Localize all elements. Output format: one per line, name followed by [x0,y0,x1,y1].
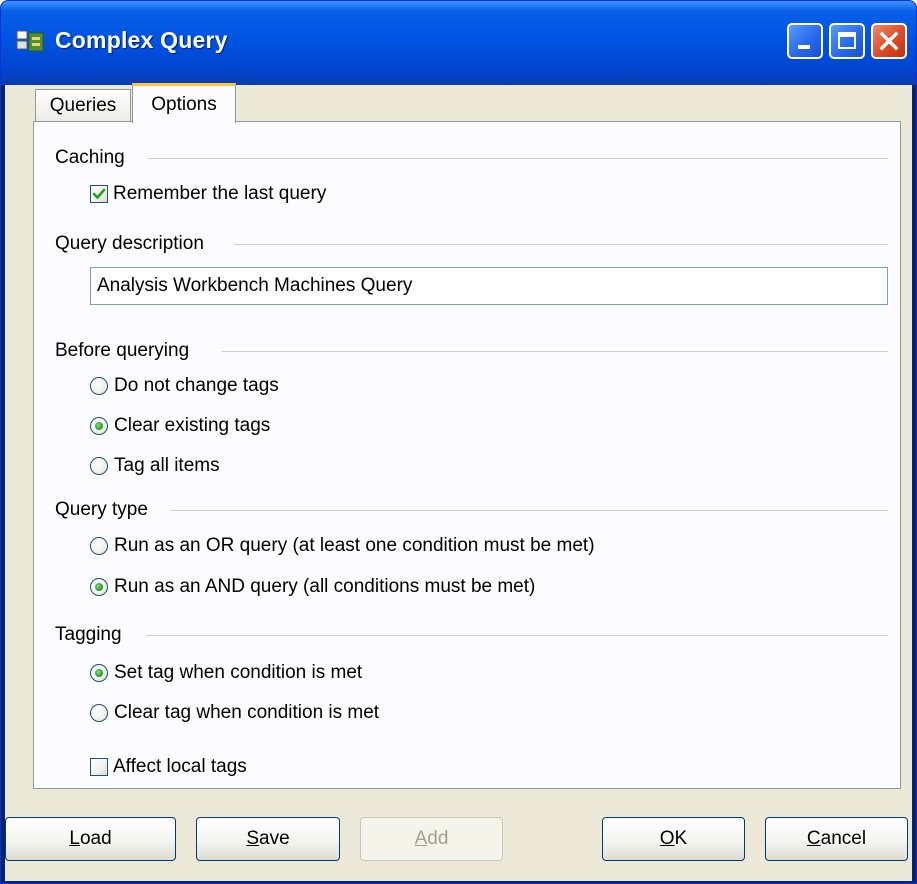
cancel-label: ancel [820,828,867,849]
save-button[interactable]: Save [196,817,340,861]
tagging-divider [146,635,888,636]
radio-label: Tag all items [114,455,220,476]
radio-button[interactable] [90,377,108,395]
remember-last-query-checkbox[interactable]: Remember the last query [90,183,326,205]
tab-options-label: Options [151,93,217,115]
radio-label: Do not change tags [114,375,279,396]
radio-button[interactable] [90,537,108,555]
ok-mnemonic: O [659,828,675,849]
radio-button[interactable] [90,457,108,475]
remember-last-query-label: Remember the last query [113,183,327,204]
checkbox-box[interactable] [90,185,108,203]
radio-button[interactable] [90,578,108,596]
radio-label: Clear tag when condition is met [114,702,380,723]
save-mnemonic: S [246,828,260,849]
caching-group-title: Caching [55,147,125,168]
minimize-icon [798,45,810,49]
load-button[interactable]: Load [5,817,176,861]
radio-label: Set tag when condition is met [114,662,363,683]
query-description-group-title: Query description [55,233,204,254]
tagging-group-title: Tagging [55,624,122,645]
ok-label: K [674,828,688,849]
caching-divider [148,158,888,159]
add-label: dd [427,828,449,849]
close-button[interactable] [871,23,907,59]
radio-label: Run as an OR query (at least one conditi… [114,535,595,556]
cancel-button[interactable]: Cancel [765,817,908,861]
affect-local-tags-checkbox[interactable]: Affect local tags [90,756,247,778]
radio-button[interactable] [90,664,108,682]
query-description-divider [234,244,888,245]
maximize-button[interactable] [829,23,865,59]
radio-label: Run as an AND query (all conditions must… [114,576,536,597]
options-panel: Caching Remember the last query Query de… [33,121,901,789]
affect-local-tags-label: Affect local tags [113,756,247,777]
radio-clear-tag[interactable]: Clear tag when condition is met [90,702,379,724]
radio-label: Clear existing tags [114,415,271,436]
radio-button[interactable] [90,417,108,435]
query-type-group-title: Query type [55,499,148,520]
checkmark-icon [92,188,106,200]
radio-and-query[interactable]: Run as an AND query (all conditions must… [90,576,535,598]
query-description-value: Analysis Workbench Machines Query [97,275,413,296]
radio-set-tag[interactable]: Set tag when condition is met [90,662,362,684]
radio-do-not-change-tags[interactable]: Do not change tags [90,375,279,397]
load-mnemonic: L [69,828,80,849]
load-label: oad [79,828,112,849]
before-querying-group-title: Before querying [55,340,190,361]
save-label: ave [259,828,290,849]
complex-query-dialog: Complex Query Queries Options Caching Re… [0,0,917,884]
tab-options[interactable]: Options [132,83,236,123]
maximize-icon [838,32,856,49]
radio-or-query[interactable]: Run as an OR query (at least one conditi… [90,535,595,557]
query-description-input[interactable]: Analysis Workbench Machines Query [90,267,888,305]
add-mnemonic: A [414,828,428,849]
dialog-client-area: Queries Options Caching Remember the las… [5,83,912,881]
ok-button[interactable]: OK [602,817,745,861]
before-querying-divider [222,351,888,352]
radio-tag-all-items[interactable]: Tag all items [90,455,220,477]
cancel-mnemonic: C [806,828,821,849]
app-icon [16,30,44,52]
tab-queries[interactable]: Queries [35,89,131,122]
add-button[interactable]: Add [360,817,503,861]
radio-clear-existing-tags[interactable]: Clear existing tags [90,415,270,437]
radio-button[interactable] [90,704,108,722]
minimize-button[interactable] [787,23,823,59]
checkbox-box[interactable] [90,758,108,776]
close-icon [879,31,899,51]
query-type-divider [170,510,888,511]
tab-queries-label: Queries [49,95,117,116]
title-bar[interactable]: Complex Query [1,1,916,85]
window-title: Complex Query [55,27,228,53]
